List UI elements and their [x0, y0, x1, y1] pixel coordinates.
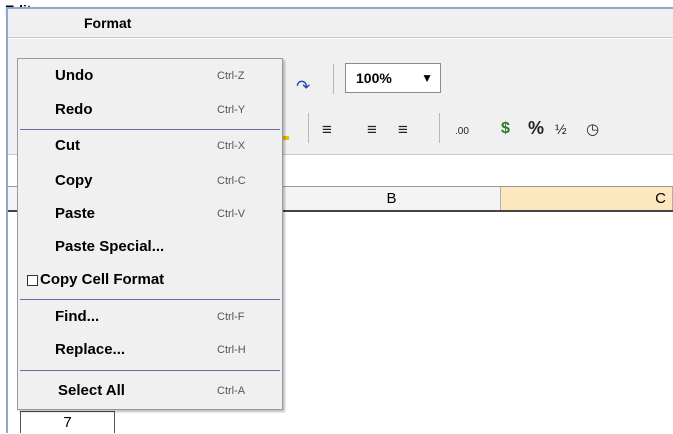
menu-item-copy[interactable]: Copy Ctrl-C: [18, 167, 282, 195]
menu-item-redo[interactable]: Redo Ctrl-Y: [18, 96, 282, 124]
fill-color-icon[interactable]: [283, 136, 289, 140]
menu-separator: [20, 129, 280, 130]
row-header-7[interactable]: 7: [20, 411, 115, 433]
percent-icon[interactable]: %: [528, 118, 544, 139]
menu-item-shortcut: Ctrl-A: [217, 385, 246, 397]
menu-item-label: Copy Cell Format: [40, 271, 165, 288]
menu-item-replace[interactable]: Replace... Ctrl-H: [18, 336, 282, 364]
menu-item-paste[interactable]: Paste Ctrl-V: [18, 200, 282, 228]
menu-item-label: Undo: [55, 67, 94, 84]
menu-item-paste-special[interactable]: Paste Special...: [18, 233, 282, 261]
toolbar-separator: [333, 64, 334, 94]
currency-icon[interactable]: $: [501, 120, 510, 138]
menu-format[interactable]: Format: [78, 13, 137, 33]
chevron-down-icon: ▼: [421, 71, 433, 85]
menu-item-copy-cell-format[interactable]: Copy Cell Format: [18, 266, 282, 294]
decimal-icon[interactable]: .00: [455, 126, 469, 137]
column-header-b[interactable]: B: [283, 187, 501, 210]
align-right-icon[interactable]: ≡: [398, 120, 408, 140]
menu-item-label: Select All: [58, 382, 125, 399]
menu-item-shortcut: Ctrl-V: [217, 208, 246, 220]
menu-item-shortcut: Ctrl-Y: [217, 104, 246, 116]
menu-item-select-all[interactable]: Select All Ctrl-A: [18, 377, 282, 405]
menu-item-label: Redo: [55, 101, 93, 118]
zoom-select[interactable]: 100% ▼: [345, 63, 441, 93]
menu-item-label: Paste Special...: [55, 238, 165, 255]
menu-item-find[interactable]: Find... Ctrl-F: [18, 303, 282, 331]
menu-item-shortcut: Ctrl-H: [217, 344, 246, 356]
toolbar-separator: [439, 113, 440, 143]
menu-item-cut[interactable]: Cut Ctrl-X: [18, 132, 282, 160]
zoom-value: 100%: [356, 70, 392, 86]
redo-icon[interactable]: ↷: [296, 77, 310, 97]
menu-item-label: Cut: [55, 137, 80, 154]
menu-item-label: Paste: [55, 205, 96, 222]
column-header-c[interactable]: C: [501, 187, 673, 210]
menubar: Format: [8, 9, 673, 38]
edit-menu-dropdown: Undo Ctrl-Z Redo Ctrl-Y Cut Ctrl-X Copy …: [17, 58, 283, 410]
menu-item-shortcut: Ctrl-C: [217, 175, 246, 187]
align-left-icon[interactable]: ≡: [322, 120, 332, 140]
menu-item-label: Find...: [55, 308, 100, 325]
clock-icon[interactable]: ◷: [586, 120, 599, 138]
fraction-icon[interactable]: ½: [555, 121, 567, 137]
menu-item-shortcut: Ctrl-Z: [217, 70, 245, 82]
menu-item-label: Copy: [55, 172, 93, 189]
menu-item-shortcut: Ctrl-F: [217, 311, 245, 323]
menu-item-undo[interactable]: Undo Ctrl-Z: [18, 62, 282, 90]
menu-separator: [20, 299, 280, 300]
toolbar-separator: [308, 113, 309, 143]
menu-item-label: Replace...: [55, 341, 126, 358]
checkbox-icon[interactable]: [27, 275, 38, 286]
menu-item-shortcut: Ctrl-X: [217, 140, 246, 152]
menu-separator: [20, 370, 280, 371]
align-center-icon[interactable]: ≡: [367, 120, 377, 140]
